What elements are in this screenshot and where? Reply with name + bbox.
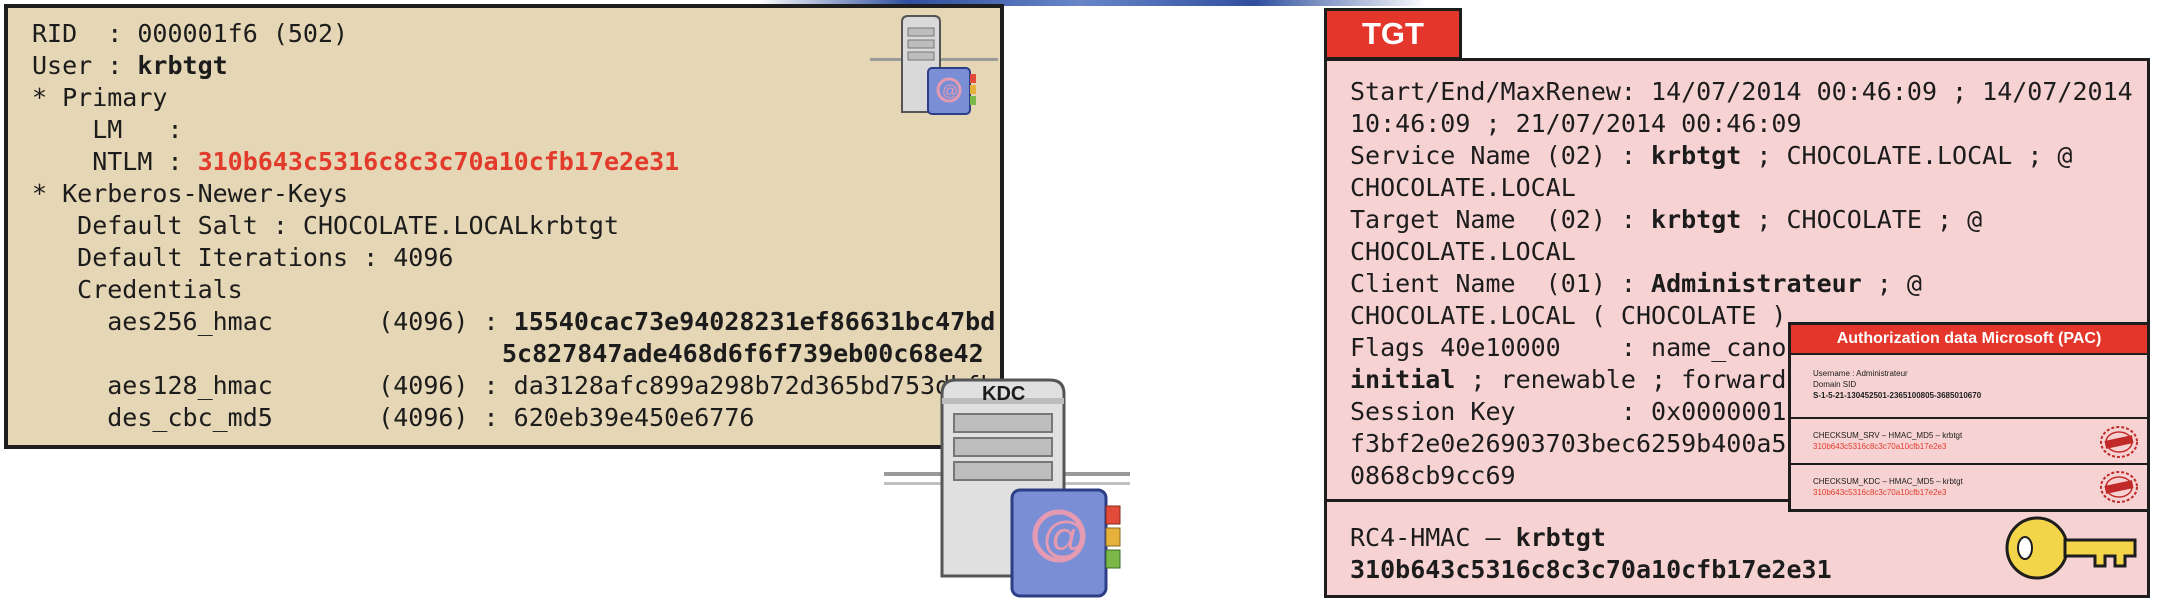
checksum-kdc-label: CHECKSUM_KDC – HMAC_MD5 – krbtgt <box>1813 477 1963 486</box>
target-name-user: krbtgt <box>1651 205 1742 234</box>
flags-line: Flags 40e10000 : name_canon <box>1350 333 1802 362</box>
checksum-srv-value: 310b643c5316c8c3c70a10cfb17e2e3 <box>1813 442 1947 451</box>
credentials-heading: Credentials <box>32 275 243 304</box>
user-label: User : <box>32 51 138 80</box>
ntlm-label: NTLM : <box>32 147 198 176</box>
kerberos-newer-keys-heading: * Kerberos-Newer-Keys <box>32 179 349 208</box>
lm-line: LM : <box>32 115 183 144</box>
pac-panel: Authorization data Microsoft (PAC) Usern… <box>1788 322 2150 512</box>
service-name-realm: ; CHOCOLATE.LOCAL ; @ <box>1741 141 2073 170</box>
aes128-label: aes128_hmac (4096) : <box>32 371 514 400</box>
svg-text:@: @ <box>942 83 958 100</box>
user-line: User : krbtgt <box>32 50 228 82</box>
checksum-srv-label: CHECKSUM_SRV – HMAC_MD5 – krbtgt <box>1813 431 1963 440</box>
session-key-line3: 0868cb9cc69 <box>1350 461 1516 490</box>
kdc-server-icon: KDC @ <box>884 376 1130 598</box>
aes256-label: aes256_hmac (4096) : <box>32 307 514 336</box>
service-name-user: krbtgt <box>1651 141 1742 170</box>
des-line: des_cbc_md5 (4096) : 620eb39e450e6776 <box>32 402 754 434</box>
session-key-line: Session Key : 0x00000012 <box>1350 397 1802 426</box>
rid-value: 000001f6 (502) <box>137 19 349 48</box>
session-key-line2: f3bf2e0e26903703bec6259b400a58 <box>1350 429 1802 458</box>
rc4-user: krbtgt <box>1515 523 1606 552</box>
aes256-key-part1: 15540cac73e94028231ef86631bc47bd <box>513 307 996 336</box>
client-name-label: Client Name (01) : <box>1350 269 1652 298</box>
kdc-label: KDC <box>982 383 1025 405</box>
target-name-realm: ; CHOCOLATE ; @ <box>1741 205 1983 234</box>
client-name-user: Administrateur <box>1651 269 1862 298</box>
checksum-kdc-value: 310b643c5316c8c3c70a10cfb17e2e3 <box>1813 488 1947 497</box>
rc4-key-panel: RC4-HMAC – krbtgt 310b643c5316c8c3c70a10… <box>1324 502 2150 598</box>
start-end-line1: Start/End/MaxRenew: 14/07/2014 00:46:09 … <box>1350 77 2133 106</box>
krbtgt-secrets-dump-panel: RID : 000001f6 (502) User : krbtgt * Pri… <box>4 4 1004 449</box>
rc4-label: RC4-HMAC – <box>1350 523 1516 552</box>
key-icon <box>2003 510 2143 586</box>
primary-heading: * Primary <box>32 83 168 112</box>
target-name-line: Target Name (02) : krbtgt ; CHOCOLATE ; … <box>1350 204 1982 236</box>
flags-rest: ; renewable ; forwarda <box>1455 365 1802 394</box>
ntlm-line: NTLM : 310b643c5316c8c3c70a10cfb17e2e31 <box>32 146 679 178</box>
default-iterations-line: Default Iterations : 4096 <box>32 243 454 272</box>
tgt-tab-label: TGT <box>1324 8 1462 60</box>
default-salt-line: Default Salt : CHOCOLATE.LOCALkrbtgt <box>32 211 619 240</box>
pac-checksum-kdc-section: CHECKSUM_KDC – HMAC_MD5 – krbtgt 310b643… <box>1791 465 2147 509</box>
service-name-label: Service Name (02) : <box>1350 141 1652 170</box>
pac-domain-sid-value: S-1-5-21-130452501-2365100805-3685010670 <box>1813 391 1982 400</box>
aes128-line: aes128_hmac (4096) : da3128afc899a298b72… <box>32 370 995 402</box>
target-name-line2: CHOCOLATE.LOCAL <box>1350 237 1576 266</box>
pac-checksum-srv-section: CHECKSUM_SRV – HMAC_MD5 – krbtgt 310b643… <box>1791 419 2147 465</box>
rid-label: RID : <box>32 19 138 48</box>
rid-line: RID : 000001f6 (502) <box>32 18 348 50</box>
client-name-realm: ; @ <box>1861 269 1922 298</box>
client-name-line2: CHOCOLATE.LOCAL ( CHOCOLATE ) <box>1350 301 1787 330</box>
client-name-line: Client Name (01) : Administrateur ; @ <box>1350 268 1922 300</box>
des-label: des_cbc_md5 (4096) : <box>32 403 514 432</box>
start-end-line2: 10:46:09 ; 21/07/2014 00:46:09 <box>1350 109 1802 138</box>
rc4-line: RC4-HMAC – krbtgt <box>1350 522 1606 554</box>
service-name-line: Service Name (02) : krbtgt ; CHOCOLATE.L… <box>1350 140 2072 172</box>
aes256-line: aes256_hmac (4096) : 15540cac73e94028231… <box>32 306 995 338</box>
svg-text:@: @ <box>1042 513 1087 562</box>
user-value: krbtgt <box>137 51 228 80</box>
stamp-icon <box>2099 424 2139 460</box>
stamp-icon <box>2099 469 2139 505</box>
server-address-book-icon: @ <box>870 14 998 124</box>
des-key: 620eb39e450e6776 <box>513 403 755 432</box>
ntlm-hash: 310b643c5316c8c3c70a10cfb17e2e31 <box>197 147 680 176</box>
aes256-key-part2: 5c827847ade468d6f6f739eb00c68e42 <box>502 339 984 368</box>
flags-line2: initial ; renewable ; forwarda <box>1350 364 1802 396</box>
pac-username: Username : Administrateur <box>1813 369 1908 378</box>
pac-title: Authorization data Microsoft (PAC) <box>1791 325 2147 355</box>
target-name-label: Target Name (02) : <box>1350 205 1652 234</box>
rc4-hash: 310b643c5316c8c3c70a10cfb17e2e31 <box>1350 555 1832 584</box>
flag-initial: initial <box>1350 365 1456 394</box>
service-name-line2: CHOCOLATE.LOCAL <box>1350 173 1576 202</box>
pac-identity-section: Username : Administrateur Domain SID S-1… <box>1791 355 2147 419</box>
pac-domain-sid-label: Domain SID <box>1813 380 1857 389</box>
